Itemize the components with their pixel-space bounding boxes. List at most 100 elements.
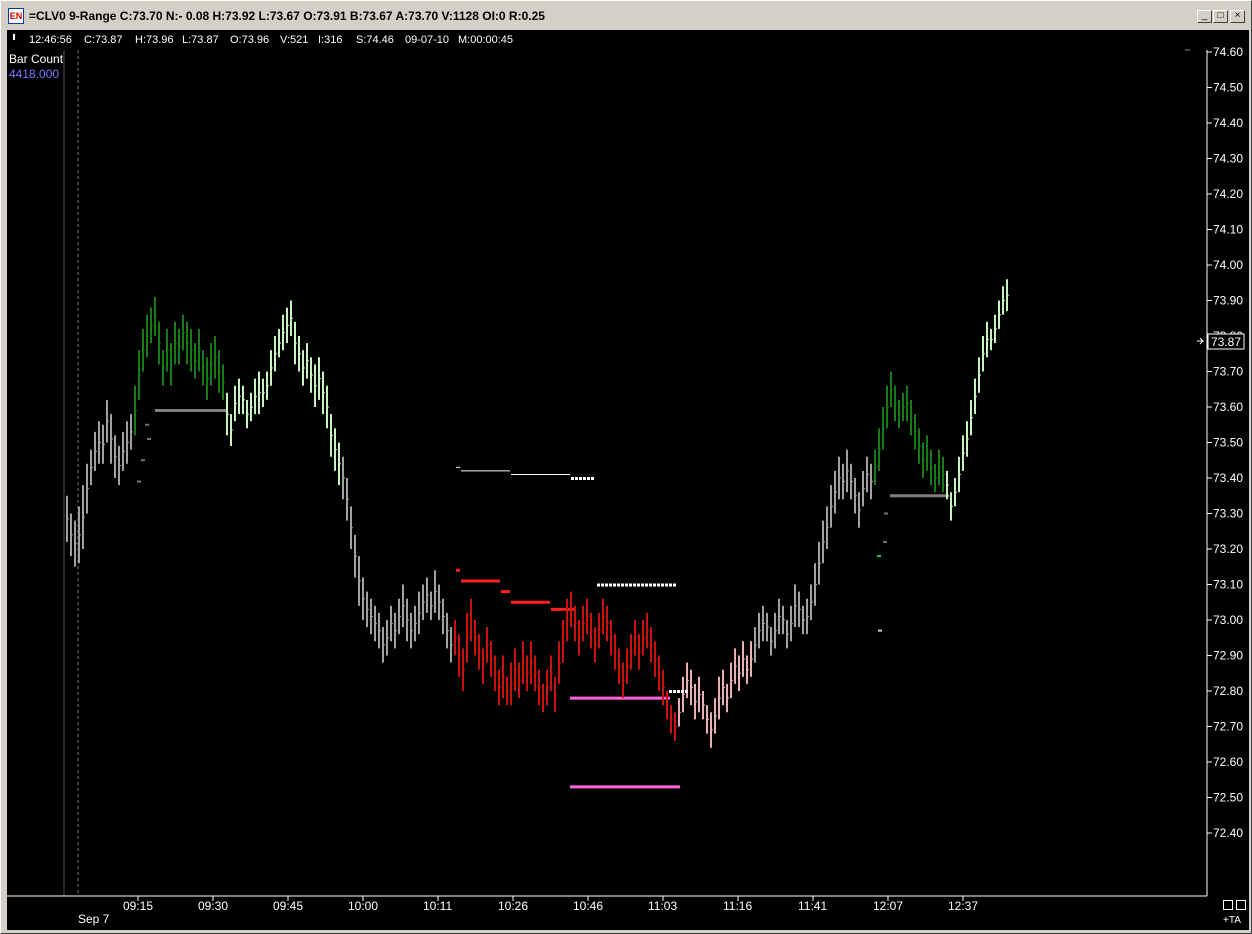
price-bar bbox=[586, 598, 589, 635]
price-bar bbox=[138, 350, 141, 400]
price-bar bbox=[898, 399, 901, 429]
maximize-button[interactable]: □ bbox=[1213, 10, 1228, 23]
price-bar bbox=[802, 605, 805, 635]
price-bar bbox=[678, 698, 681, 727]
price-bar bbox=[578, 620, 581, 656]
star-marker bbox=[637, 583, 640, 587]
price-bar bbox=[242, 385, 245, 415]
price-bar bbox=[430, 591, 433, 620]
price-bar bbox=[782, 605, 785, 635]
price-bar bbox=[886, 385, 889, 429]
price-bar bbox=[154, 296, 157, 336]
time-tick-label: 10:46 bbox=[573, 899, 603, 913]
price-bar bbox=[570, 591, 573, 628]
price-bar bbox=[746, 655, 749, 684]
indicator-name: Bar Count bbox=[9, 52, 64, 66]
price-tick-label: 72.60 bbox=[1213, 755, 1243, 769]
title-bar[interactable]: EN =CLV0 9-Range C:73.70 N:- 0.08 H:73.9… bbox=[3, 3, 1249, 29]
price-bar bbox=[942, 456, 945, 493]
price-bar bbox=[546, 669, 549, 706]
indicator-dot bbox=[883, 540, 887, 543]
price-bar bbox=[858, 492, 861, 528]
price-bar bbox=[722, 669, 725, 706]
price-bar bbox=[718, 676, 721, 720]
app-icon[interactable]: EN bbox=[8, 8, 24, 24]
price-bar bbox=[530, 641, 533, 684]
price-bar bbox=[454, 620, 457, 656]
price-bar bbox=[766, 612, 769, 642]
price-bar bbox=[654, 641, 657, 677]
info-interest: I:316 bbox=[318, 34, 342, 46]
restore-panel-icon[interactable] bbox=[1223, 900, 1233, 910]
price-bar bbox=[370, 598, 373, 635]
price-bar bbox=[534, 655, 537, 691]
price-bar bbox=[350, 506, 353, 549]
star-marker bbox=[617, 583, 620, 587]
time-tick-label: 09:45 bbox=[273, 899, 303, 913]
price-bar bbox=[298, 336, 301, 372]
price-bar bbox=[890, 371, 893, 407]
price-bar bbox=[438, 584, 441, 620]
price-bar bbox=[330, 414, 333, 457]
star-marker bbox=[583, 477, 586, 480]
price-bar bbox=[726, 683, 729, 713]
price-bar bbox=[786, 620, 789, 649]
price-bar bbox=[130, 414, 133, 450]
close-button[interactable]: × bbox=[1230, 10, 1245, 23]
price-bar bbox=[390, 605, 393, 642]
price-bar bbox=[970, 399, 973, 436]
star-marker bbox=[673, 583, 676, 587]
time-tick-label: 12:07 bbox=[873, 899, 903, 913]
price-bar bbox=[906, 385, 909, 422]
price-bar bbox=[382, 627, 385, 663]
price-bar bbox=[490, 641, 493, 677]
price-bar bbox=[714, 698, 717, 734]
price-bar bbox=[662, 669, 665, 706]
price-bar bbox=[838, 456, 841, 500]
price-bar bbox=[618, 648, 621, 684]
price-tick-label: 72.70 bbox=[1213, 720, 1243, 734]
price-bar bbox=[290, 300, 293, 336]
price-bar bbox=[538, 669, 541, 706]
star-marker bbox=[613, 583, 616, 587]
price-bar bbox=[702, 691, 705, 720]
price-bar bbox=[358, 556, 361, 606]
price-bar bbox=[450, 627, 453, 663]
price-bar bbox=[334, 428, 337, 471]
last-price-marker: 73.87 bbox=[1197, 333, 1245, 350]
price-bar bbox=[250, 392, 253, 422]
price-bar bbox=[690, 669, 693, 706]
star-marker bbox=[629, 583, 632, 587]
price-bar bbox=[566, 598, 569, 642]
price-bar bbox=[614, 634, 617, 670]
minimize-button[interactable]: _ bbox=[1197, 10, 1212, 23]
price-bar bbox=[314, 364, 317, 407]
price-bar bbox=[466, 612, 469, 663]
price-bar bbox=[806, 598, 809, 635]
price-bar bbox=[630, 634, 633, 670]
price-bar bbox=[94, 431, 97, 471]
price-bar bbox=[830, 485, 833, 528]
price-bar bbox=[254, 378, 257, 415]
expand-panel-icon[interactable] bbox=[1236, 900, 1246, 910]
price-bar bbox=[842, 463, 845, 500]
price-bar bbox=[366, 591, 369, 628]
price-bar bbox=[506, 676, 509, 706]
star-marker bbox=[665, 583, 668, 587]
price-bar bbox=[730, 662, 733, 699]
time-axis: 09:15 09:30 09:45 10:00 10:11 10:26 10:46 11:03… bbox=[123, 896, 978, 913]
price-bar bbox=[794, 584, 797, 628]
add-ta-button[interactable]: +TA bbox=[1223, 915, 1241, 926]
price-bar bbox=[550, 655, 553, 691]
price-tick-label: 74.20 bbox=[1213, 187, 1243, 201]
price-bar bbox=[398, 598, 401, 635]
price-bar bbox=[198, 328, 201, 372]
price-bar bbox=[994, 314, 997, 344]
price-bar bbox=[150, 307, 153, 344]
star-marker bbox=[641, 583, 644, 587]
price-bar bbox=[86, 463, 89, 514]
chart-area[interactable]: 12:46:56 C:73.87 H:73.96 L:73.87 O:73.96… bbox=[7, 30, 1249, 930]
price-bar bbox=[874, 449, 877, 486]
price-chart[interactable]: 12:46:56 C:73.87 H:73.96 L:73.87 O:73.96… bbox=[7, 30, 1249, 930]
price-bar bbox=[758, 612, 761, 649]
